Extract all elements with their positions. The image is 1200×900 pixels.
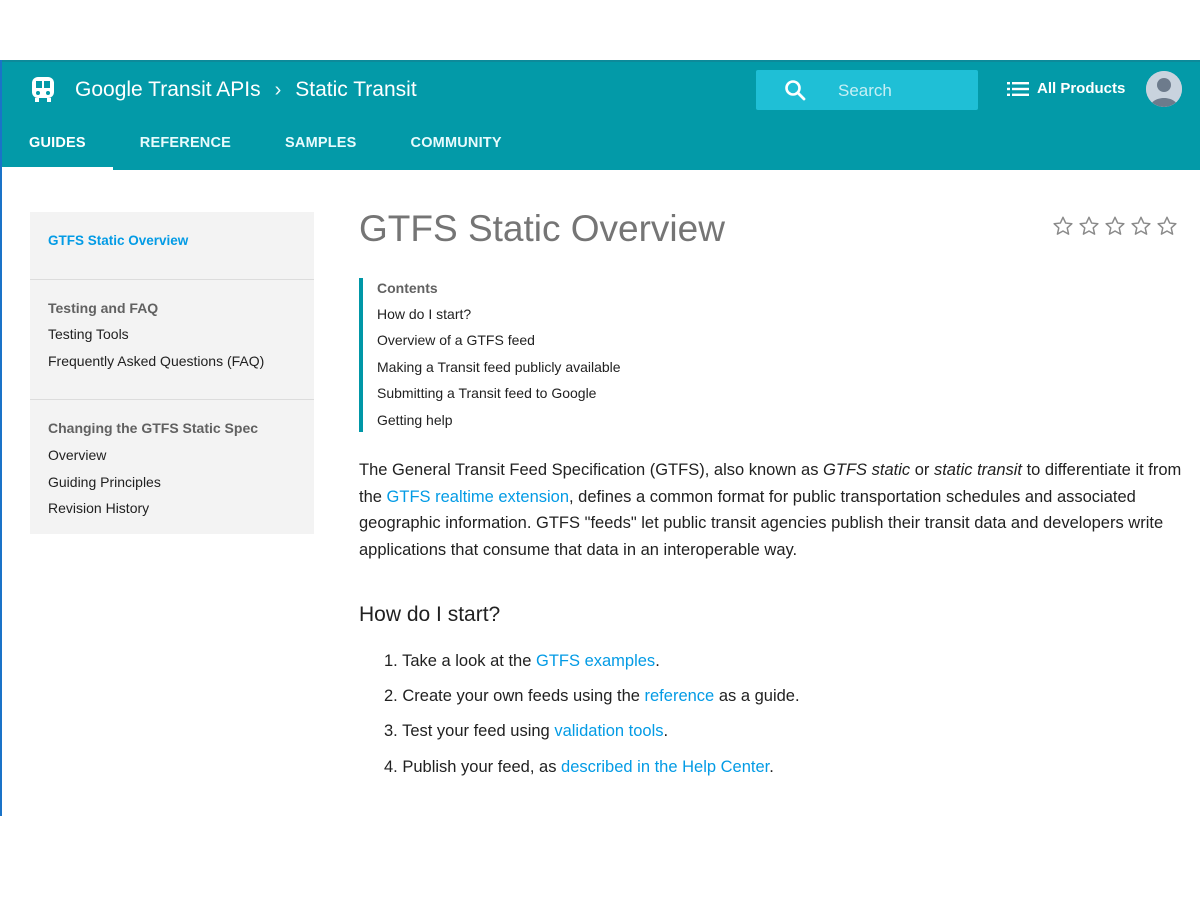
list-menu-icon — [1007, 81, 1029, 96]
list-item: 3. Test your feed using validation tools… — [384, 722, 668, 741]
star-outline-icon[interactable] — [1104, 215, 1126, 237]
sidebar-item-testing-tools[interactable]: Testing Tools — [48, 326, 129, 342]
chevron-right-icon: › — [274, 78, 282, 101]
star-outline-icon[interactable] — [1156, 215, 1178, 237]
step-text: . — [663, 722, 669, 740]
avatar[interactable] — [1146, 71, 1182, 107]
list-item: 4. Publish your feed, as described in th… — [384, 758, 774, 777]
sidebar-item-gtfs-static-overview[interactable]: GTFS Static Overview — [48, 233, 188, 248]
list-item: 1. Take a look at the GTFS examples. — [384, 652, 660, 671]
tab-samples[interactable]: SAMPLES — [258, 122, 384, 170]
search-box[interactable] — [756, 70, 978, 110]
sidebar-item-guiding-principles[interactable]: Guiding Principles — [48, 474, 161, 490]
intro-paragraph: The General Transit Feed Specification (… — [359, 457, 1189, 563]
toc-item-overview-feed[interactable]: Overview of a GTFS feed — [377, 332, 535, 348]
step-text: . — [655, 652, 660, 670]
all-products-button[interactable]: All Products — [1007, 80, 1125, 97]
step-text: Take a look at the — [402, 652, 536, 670]
top-app-bar: Google Transit APIs › Static Transit Sea… — [2, 60, 1200, 170]
sidebar-heading-testing-faq: Testing and FAQ — [48, 300, 159, 316]
header-row: Google Transit APIs › Static Transit Sea… — [2, 62, 1200, 122]
tab-community[interactable]: COMMUNITY — [384, 122, 529, 170]
rating-stars[interactable] — [1052, 215, 1178, 237]
sidebar-heading-changing-spec: Changing the GTFS Static Spec — [48, 420, 259, 436]
gtfs-examples-link[interactable]: GTFS examples — [536, 652, 655, 670]
step-number: 2. — [384, 687, 398, 705]
sidebar-divider — [30, 279, 314, 280]
intro-emphasis: static transit — [933, 461, 1022, 479]
star-outline-icon[interactable] — [1078, 215, 1100, 237]
table-of-contents: Contents How do I start? Overview of a G… — [359, 278, 683, 432]
step-number: 4. — [384, 758, 398, 776]
step-text: Test your feed using — [402, 722, 555, 740]
transit-logo-icon[interactable] — [30, 76, 56, 104]
sidebar-item-overview[interactable]: Overview — [48, 447, 106, 463]
search-icon[interactable] — [784, 79, 806, 101]
toc-heading: Contents — [377, 280, 438, 296]
star-outline-icon[interactable] — [1130, 215, 1152, 237]
intro-text: or — [910, 461, 934, 479]
step-text: . — [769, 758, 774, 776]
reference-link[interactable]: reference — [645, 687, 715, 705]
gtfs-realtime-link[interactable]: GTFS realtime extension — [387, 488, 569, 506]
step-text: Create your own feeds using the — [402, 687, 645, 705]
tab-bar: GUIDES REFERENCE SAMPLES COMMUNITY — [2, 122, 529, 170]
user-avatar-icon — [1146, 71, 1182, 107]
all-products-label: All Products — [1037, 80, 1126, 97]
intro-text: The General Transit Feed Specification (… — [359, 461, 824, 479]
breadcrumb-section-link[interactable]: Static Transit — [295, 78, 416, 102]
tab-guides[interactable]: GUIDES — [2, 122, 113, 170]
step-number: 1. — [384, 652, 398, 670]
browser-page-frame: Google Transit APIs › Static Transit Sea… — [0, 60, 1200, 816]
toc-item-how-do-i-start[interactable]: How do I start? — [377, 306, 471, 322]
tab-reference[interactable]: REFERENCE — [113, 122, 258, 170]
validation-tools-link[interactable]: validation tools — [554, 722, 663, 740]
help-center-link[interactable]: described in the Help Center — [561, 758, 769, 776]
sidebar-item-revision-history[interactable]: Revision History — [48, 500, 149, 516]
page-title: GTFS Static Overview — [359, 208, 725, 249]
sidebar-item-faq[interactable]: Frequently Asked Questions (FAQ) — [48, 353, 264, 369]
list-item: 2. Create your own feeds using the refer… — [384, 687, 800, 706]
step-text: as a guide. — [714, 687, 800, 705]
section-heading: How do I start? — [359, 603, 501, 626]
step-text: Publish your feed, as — [402, 758, 562, 776]
star-outline-icon[interactable] — [1052, 215, 1074, 237]
breadcrumb: Google Transit APIs › Static Transit — [75, 78, 417, 102]
toc-item-submitting-feed[interactable]: Submitting a Transit feed to Google — [377, 385, 596, 401]
toc-item-making-public[interactable]: Making a Transit feed publicly available — [377, 359, 621, 375]
breadcrumb-api-link[interactable]: Google Transit APIs — [75, 78, 261, 102]
toc-item-getting-help[interactable]: Getting help — [377, 412, 453, 428]
intro-emphasis: GTFS static — [823, 461, 911, 479]
side-navigation: GTFS Static Overview Testing and FAQ Tes… — [30, 212, 314, 534]
search-input[interactable] — [836, 79, 970, 103]
step-number: 3. — [384, 722, 398, 740]
sidebar-divider — [30, 399, 314, 400]
